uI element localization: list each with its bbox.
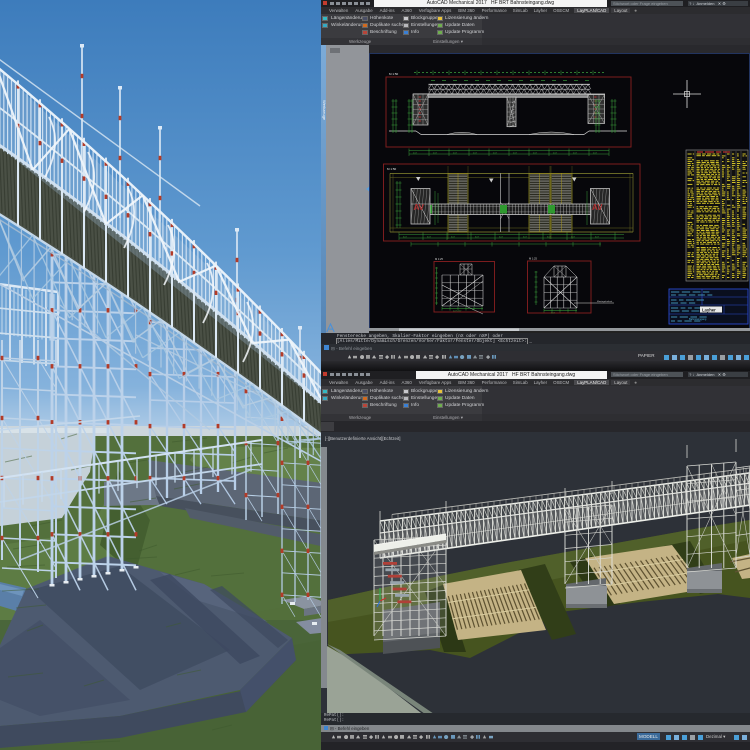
- svg-text:Layher: Layher: [702, 308, 716, 313]
- svg-text:Bahnsteingang: Bahnsteingang: [689, 317, 707, 321]
- svg-text:M 1:50: M 1:50: [389, 72, 399, 76]
- svg-text:2,07 2,57: 2,07 2,57: [453, 311, 462, 313]
- svg-text:M 1:25: M 1:25: [435, 257, 443, 261]
- svg-text:M 1:50: M 1:50: [387, 167, 397, 171]
- svg-text:Montagefreiheit: Montagefreiheit: [597, 300, 612, 303]
- svg-text:AV: AV: [414, 203, 425, 212]
- svg-text:M 1:25: M 1:25: [529, 257, 537, 261]
- svg-text:AV: AV: [592, 203, 603, 212]
